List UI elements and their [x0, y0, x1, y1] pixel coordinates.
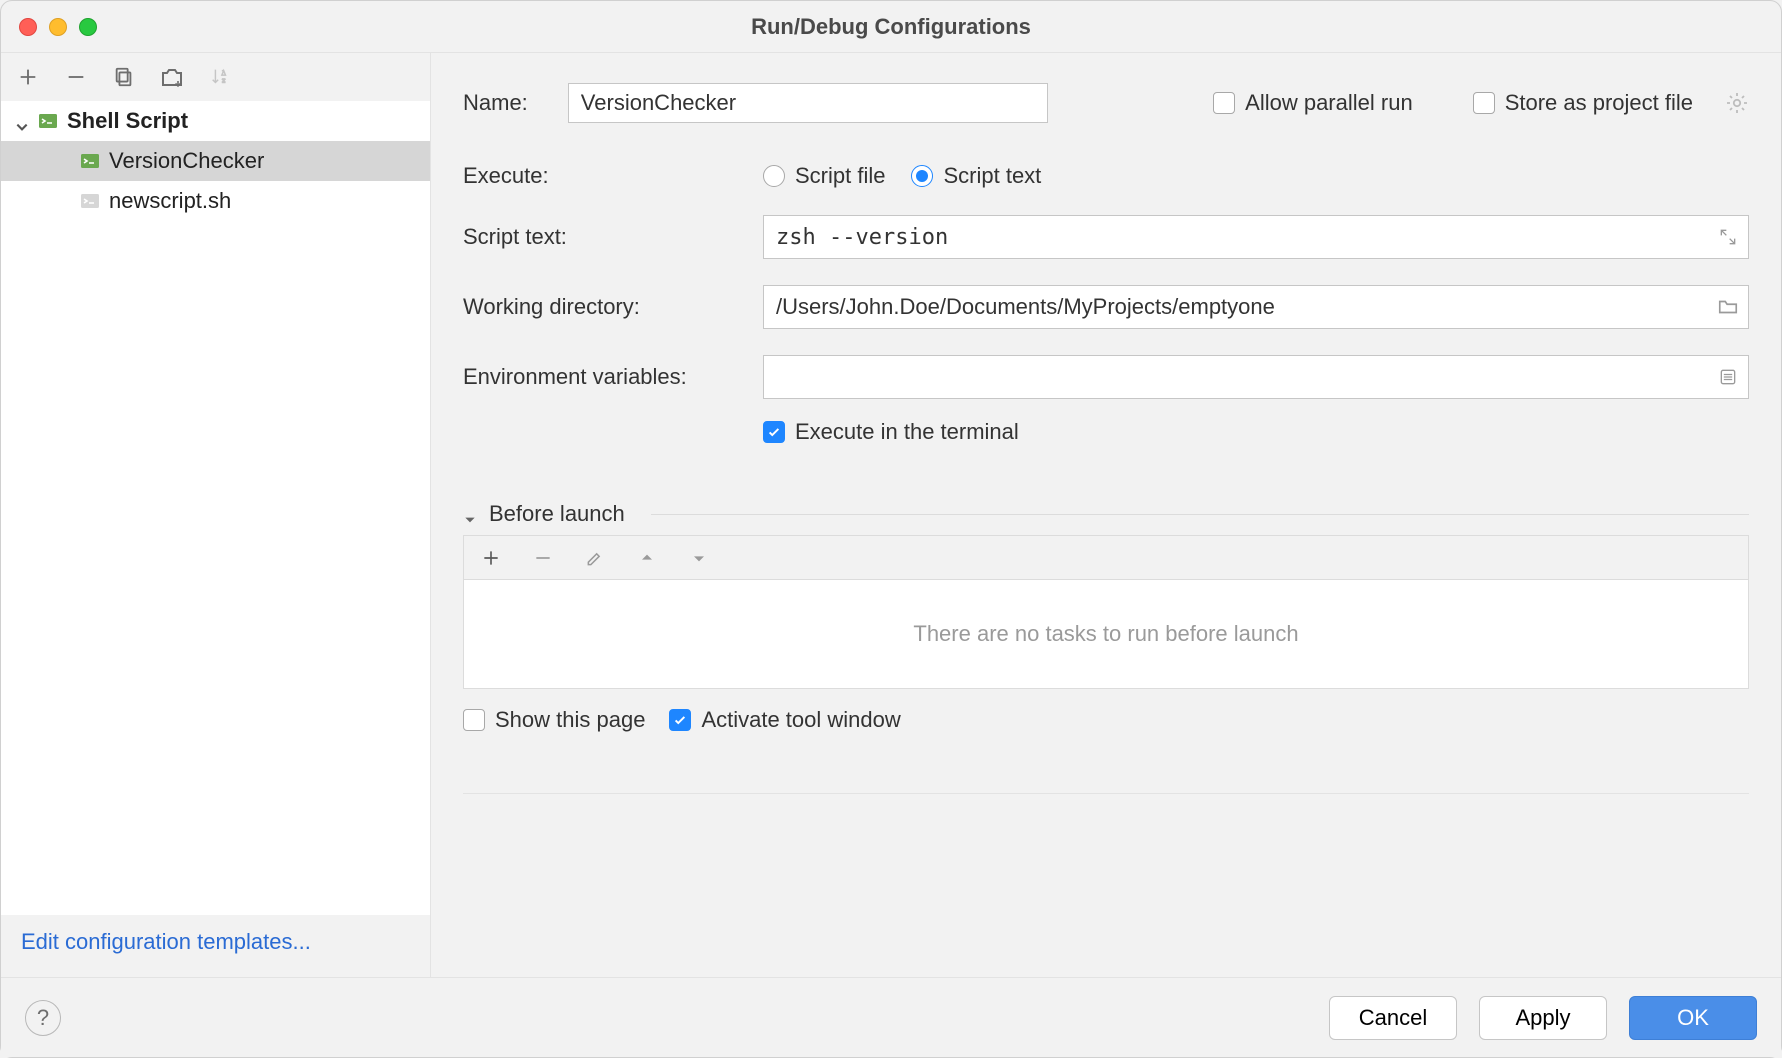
configuration-form: Name: Allow parallel run Store as projec… — [431, 53, 1781, 977]
script-text-row: Script text: — [463, 215, 1749, 259]
checkbox-icon — [763, 421, 785, 443]
configurations-tree: Shell Script VersionChecker newscript.sh — [1, 101, 430, 915]
before-launch-toolbar — [463, 535, 1749, 579]
bottom-options: Show this page Activate tool window — [463, 707, 1749, 733]
divider — [651, 514, 1749, 515]
checkbox-icon — [463, 709, 485, 731]
close-window-button[interactable] — [19, 18, 37, 36]
environment-variables-input[interactable] — [763, 355, 1749, 399]
script-text-input[interactable] — [763, 215, 1749, 259]
checkbox-icon — [1473, 92, 1495, 114]
folder-icon[interactable] — [1715, 294, 1741, 320]
store-as-project-file-checkbox[interactable]: Store as project file — [1473, 90, 1693, 116]
dialog-body: Shell Script VersionChecker newscript.sh… — [1, 53, 1781, 977]
window-title: Run/Debug Configurations — [1, 14, 1781, 40]
radio-label: Script file — [795, 163, 885, 189]
radio-icon — [763, 165, 785, 187]
execute-radio-group: Script file Script text — [763, 163, 1041, 189]
working-directory-row: Working directory: — [463, 285, 1749, 329]
script-text-label: Script text: — [463, 224, 763, 250]
list-icon[interactable] — [1715, 364, 1741, 390]
exec-terminal-row: Execute in the terminal — [463, 419, 1749, 445]
move-down-button[interactable] — [686, 545, 712, 571]
tree-item-versionchecker[interactable]: VersionChecker — [1, 141, 430, 181]
add-task-button[interactable] — [478, 545, 504, 571]
chevron-down-icon — [15, 114, 29, 128]
move-up-button[interactable] — [634, 545, 660, 571]
activate-tool-window-checkbox[interactable]: Activate tool window — [669, 707, 900, 733]
checkbox-label: Allow parallel run — [1245, 90, 1413, 116]
help-button[interactable]: ? — [25, 1000, 61, 1036]
tree-item-label: newscript.sh — [109, 188, 231, 214]
minimize-window-button[interactable] — [49, 18, 67, 36]
checkbox-label: Show this page — [495, 707, 645, 733]
copy-configuration-button[interactable] — [111, 64, 137, 90]
before-launch-section: Before launch — [463, 501, 1749, 733]
allow-parallel-run-checkbox[interactable]: Allow parallel run — [1213, 90, 1413, 116]
cancel-button[interactable]: Cancel — [1329, 996, 1457, 1040]
name-input[interactable] — [568, 83, 1048, 123]
sidebar-toolbar — [1, 53, 430, 101]
execute-script-text-radio[interactable]: Script text — [911, 163, 1041, 189]
working-directory-input[interactable] — [763, 285, 1749, 329]
window-controls — [19, 18, 97, 36]
expand-icon[interactable] — [1715, 224, 1741, 250]
radio-label: Script text — [943, 163, 1041, 189]
save-configuration-button[interactable] — [159, 64, 185, 90]
execute-row: Execute: Script file Script text — [463, 163, 1749, 189]
checkbox-label: Store as project file — [1505, 90, 1693, 116]
before-launch-header[interactable]: Before launch — [463, 501, 1749, 527]
tree-item-newscript[interactable]: newscript.sh — [1, 181, 430, 221]
execute-in-terminal-checkbox[interactable]: Execute in the terminal — [763, 419, 1019, 445]
radio-icon — [911, 165, 933, 187]
name-row: Name: Allow parallel run Store as projec… — [463, 83, 1749, 123]
checkbox-label: Execute in the terminal — [795, 419, 1019, 445]
shell-script-icon — [79, 190, 101, 212]
checkbox-icon — [669, 709, 691, 731]
zoom-window-button[interactable] — [79, 18, 97, 36]
sort-configurations-button[interactable] — [207, 64, 233, 90]
gear-icon[interactable] — [1725, 91, 1749, 115]
shell-script-icon — [79, 150, 101, 172]
show-this-page-checkbox[interactable]: Show this page — [463, 707, 645, 733]
add-configuration-button[interactable] — [15, 64, 41, 90]
tree-item-label: VersionChecker — [109, 148, 264, 174]
shell-script-icon — [37, 110, 59, 132]
execute-label: Execute: — [463, 163, 763, 189]
dialog-footer: ? Cancel Apply OK — [1, 977, 1781, 1057]
before-launch-empty: There are no tasks to run before launch — [463, 579, 1749, 689]
edit-task-button[interactable] — [582, 545, 608, 571]
configurations-sidebar: Shell Script VersionChecker newscript.sh… — [1, 53, 431, 977]
checkbox-label: Activate tool window — [701, 707, 900, 733]
apply-button[interactable]: Apply — [1479, 996, 1607, 1040]
separator — [463, 793, 1749, 794]
name-label: Name: — [463, 90, 528, 116]
empty-text: There are no tasks to run before launch — [913, 621, 1298, 647]
execute-script-file-radio[interactable]: Script file — [763, 163, 885, 189]
environment-variables-label: Environment variables: — [463, 364, 763, 390]
run-debug-configurations-window: Run/Debug Configurations — [0, 0, 1782, 1058]
ok-button[interactable]: OK — [1629, 996, 1757, 1040]
disclosure-triangle-icon — [463, 507, 477, 521]
section-title: Before launch — [489, 501, 625, 527]
tree-group-shell-script[interactable]: Shell Script — [1, 101, 430, 141]
remove-configuration-button[interactable] — [63, 64, 89, 90]
checkbox-icon — [1213, 92, 1235, 114]
tree-group-label: Shell Script — [67, 108, 188, 134]
titlebar: Run/Debug Configurations — [1, 1, 1781, 53]
edit-configuration-templates-link[interactable]: Edit configuration templates... — [1, 915, 430, 977]
remove-task-button[interactable] — [530, 545, 556, 571]
working-directory-label: Working directory: — [463, 294, 763, 320]
environment-variables-row: Environment variables: — [463, 355, 1749, 399]
